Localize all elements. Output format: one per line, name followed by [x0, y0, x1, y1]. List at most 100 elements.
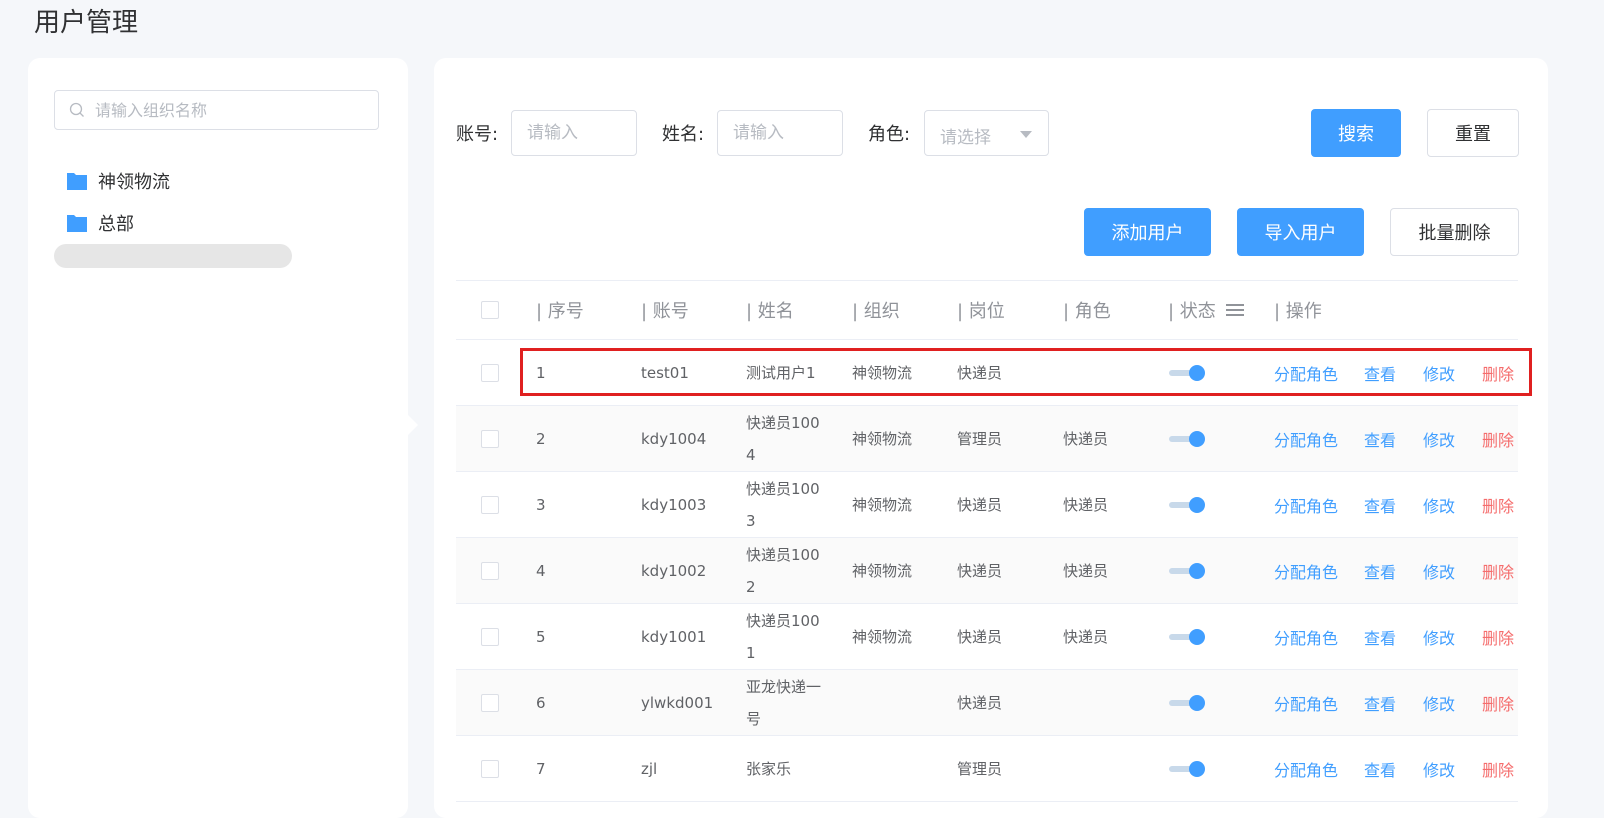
cell-index: 7: [536, 759, 546, 778]
cell-org: 神领物流: [852, 496, 913, 514]
header-account: | 账号: [641, 301, 689, 322]
panel-collapse-notch[interactable]: [408, 415, 418, 435]
view-link[interactable]: 查看: [1364, 757, 1396, 781]
table-row: 6 ylwkd001 亚龙快递一 号 快递员 分配角色 查看 修改 删除: [456, 670, 1518, 736]
cell-index: 5: [536, 627, 546, 646]
assign-role-link[interactable]: 分配角色: [1274, 361, 1338, 385]
row-checkbox[interactable]: [481, 627, 499, 646]
delete-link[interactable]: 删除: [1482, 625, 1514, 649]
user-list-panel: 账号: 姓名: 角色: 请选择 搜索 重置 添加用户 导入用户 批量删除 | 序…: [434, 58, 1548, 818]
role-filter-label: 角色:: [868, 124, 911, 145]
cell-account: test01: [641, 363, 689, 382]
cell-index: 3: [536, 495, 546, 514]
assign-role-link[interactable]: 分配角色: [1274, 625, 1338, 649]
toggle-knob: [1189, 760, 1205, 777]
table-row: 3 kdy1003 快递员100 3 神领物流 快递员 快递员 分配角色 查看 修改 删除: [456, 472, 1518, 538]
delete-link[interactable]: 删除: [1482, 757, 1514, 781]
header-index: | 序号: [536, 301, 584, 322]
row-checkbox[interactable]: [481, 693, 499, 712]
row-checkbox[interactable]: [481, 429, 499, 448]
cell-ops: 分配角色 查看 修改 删除: [1274, 538, 1518, 603]
cell-ops: 分配角色 查看 修改 删除: [1274, 736, 1518, 801]
toggle-knob: [1189, 562, 1205, 579]
view-link[interactable]: 查看: [1364, 691, 1396, 715]
edit-link[interactable]: 修改: [1423, 361, 1455, 385]
status-toggle[interactable]: [1169, 694, 1205, 711]
table-row: 2 kdy1004 快递员100 4 神领物流 管理员 快递员 分配角色 查看 修改 删除: [456, 406, 1518, 472]
cell-position: 管理员: [957, 430, 1003, 448]
cell-role: 快递员: [1063, 430, 1109, 448]
tree-item-shenling[interactable]: 神领物流: [66, 168, 170, 194]
header-ops: | 操作: [1274, 301, 1322, 322]
search-button[interactable]: 搜索: [1311, 109, 1401, 157]
assign-role-link[interactable]: 分配角色: [1274, 493, 1338, 517]
edit-link[interactable]: 修改: [1423, 625, 1455, 649]
cell-account: ylwkd001: [641, 693, 714, 712]
view-link[interactable]: 查看: [1364, 493, 1396, 517]
status-toggle[interactable]: [1169, 562, 1205, 579]
cell-ops: 分配角色 查看 修改 删除: [1274, 670, 1518, 735]
delete-link[interactable]: 删除: [1482, 361, 1514, 385]
header-name: | 姓名: [746, 301, 794, 322]
chevron-down-icon: [1020, 131, 1032, 138]
status-toggle[interactable]: [1169, 760, 1205, 777]
delete-link[interactable]: 删除: [1482, 493, 1514, 517]
org-tree-panel: 神领物流 总部: [28, 58, 408, 818]
batch-delete-button[interactable]: 批量删除: [1390, 208, 1519, 256]
view-link[interactable]: 查看: [1364, 427, 1396, 451]
cell-account: kdy1004: [641, 429, 707, 448]
delete-link[interactable]: 删除: [1482, 559, 1514, 583]
add-user-button[interactable]: 添加用户: [1084, 208, 1211, 256]
edit-link[interactable]: 修改: [1423, 691, 1455, 715]
edit-link[interactable]: 修改: [1423, 493, 1455, 517]
table-row: 7 zjl 张家乐 管理员 分配角色 查看 修改 删除: [456, 736, 1518, 802]
role-filter-select[interactable]: 请选择: [924, 110, 1049, 156]
cell-ops: 分配角色 查看 修改 删除: [1274, 340, 1518, 405]
header-status: | 状态: [1168, 281, 1244, 339]
row-checkbox[interactable]: [481, 561, 499, 580]
delete-link[interactable]: 删除: [1482, 691, 1514, 715]
row-checkbox[interactable]: [481, 495, 499, 514]
org-search-field[interactable]: [54, 90, 379, 130]
view-link[interactable]: 查看: [1364, 559, 1396, 583]
status-toggle[interactable]: [1169, 430, 1205, 447]
status-toggle[interactable]: [1169, 496, 1205, 513]
cell-org: 神领物流: [852, 430, 913, 448]
account-filter-input[interactable]: [511, 110, 637, 156]
row-checkbox[interactable]: [481, 363, 499, 382]
cell-position: 快递员: [957, 628, 1003, 646]
select-all-checkbox[interactable]: [481, 301, 499, 319]
toggle-knob: [1189, 628, 1205, 645]
cell-index: 1: [536, 363, 546, 382]
edit-link[interactable]: 修改: [1423, 559, 1455, 583]
view-link[interactable]: 查看: [1364, 361, 1396, 385]
edit-link[interactable]: 修改: [1423, 757, 1455, 781]
assign-role-link[interactable]: 分配角色: [1274, 559, 1338, 583]
folder-icon: [67, 215, 87, 232]
delete-link[interactable]: 删除: [1482, 427, 1514, 451]
cell-account: kdy1001: [641, 627, 707, 646]
cell-position: 快递员: [957, 364, 1003, 382]
table-header: | 序号 | 账号 | 姓名 | 组织 | 岗位 | 角色 | 状态 | 操作: [456, 281, 1518, 340]
name-filter-input[interactable]: [717, 110, 843, 156]
edit-link[interactable]: 修改: [1423, 427, 1455, 451]
cell-name: 快递员100 1: [746, 611, 820, 662]
status-toggle[interactable]: [1169, 628, 1205, 645]
cell-name: 快递员100 4: [746, 413, 820, 464]
cell-role: 快递员: [1063, 628, 1109, 646]
menu-icon[interactable]: [1225, 303, 1244, 317]
cell-ops: 分配角色 查看 修改 删除: [1274, 604, 1518, 669]
assign-role-link[interactable]: 分配角色: [1274, 427, 1338, 451]
org-search-input[interactable]: [95, 91, 365, 129]
assign-role-link[interactable]: 分配角色: [1274, 757, 1338, 781]
row-checkbox[interactable]: [481, 759, 499, 778]
cell-role: 快递员: [1063, 496, 1109, 514]
status-toggle[interactable]: [1169, 364, 1205, 381]
assign-role-link[interactable]: 分配角色: [1274, 691, 1338, 715]
cell-name: 快递员100 2: [746, 545, 820, 596]
tree-item-headquarters[interactable]: 总部: [66, 210, 134, 236]
reset-button[interactable]: 重置: [1427, 109, 1519, 157]
header-role: | 角色: [1063, 301, 1111, 322]
import-user-button[interactable]: 导入用户: [1237, 208, 1364, 256]
view-link[interactable]: 查看: [1364, 625, 1396, 649]
